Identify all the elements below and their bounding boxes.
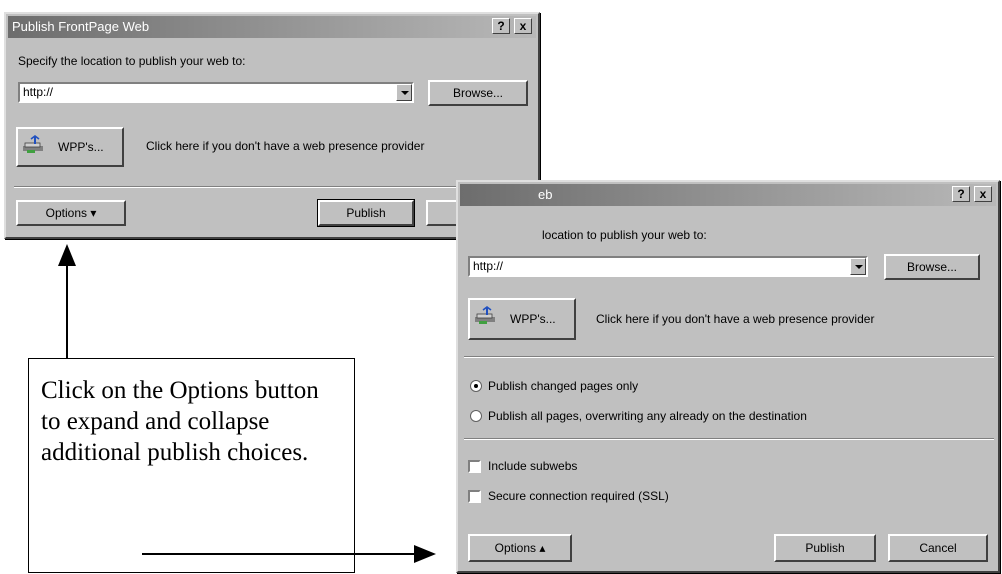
radio-all-label: Publish all pages, overwriting any alrea…: [488, 409, 807, 423]
instruction-callout: Click on the Options button to expand an…: [28, 358, 355, 573]
wpp-label: WPP's...: [510, 312, 556, 326]
wpp-button[interactable]: WPP's...: [468, 298, 576, 340]
browse-button[interactable]: Browse...: [428, 80, 528, 106]
dropdown-arrow-icon[interactable]: [850, 258, 866, 275]
wpp-icon: [475, 306, 495, 324]
publish-button[interactable]: Publish: [317, 199, 415, 227]
dropdown-arrow-icon[interactable]: [396, 84, 412, 101]
checkbox-ssl[interactable]: [468, 490, 481, 503]
up-arrow: [58, 244, 76, 364]
right-arrow: [142, 545, 436, 563]
divider: [464, 356, 994, 358]
options-button[interactable]: Options ▾: [16, 200, 126, 226]
location-input[interactable]: http://: [468, 256, 868, 277]
radio-all-pages[interactable]: [470, 410, 482, 422]
cancel-button[interactable]: Cancel: [888, 534, 988, 562]
wpp-hint: Click here if you don't have a web prese…: [146, 139, 425, 153]
location-value: http://: [473, 259, 504, 273]
location-label: Specify the location to publish your web…: [18, 54, 246, 68]
close-button[interactable]: x: [974, 186, 992, 202]
divider: [464, 438, 994, 440]
browse-button[interactable]: Browse...: [884, 254, 980, 280]
help-button[interactable]: ?: [492, 18, 510, 34]
wpp-hint: Click here if you don't have a web prese…: [596, 312, 875, 326]
dialog-title: eb: [460, 184, 996, 206]
instruction-text: Click on the Options button to expand an…: [41, 377, 319, 466]
wpp-label: WPP's...: [58, 140, 104, 154]
checkbox-subwebs-label: Include subwebs: [488, 459, 578, 473]
divider: [14, 186, 526, 188]
checkbox-ssl-label: Secure connection required (SSL): [488, 489, 669, 503]
help-button[interactable]: ?: [952, 186, 970, 202]
publish-button[interactable]: Publish: [774, 534, 876, 562]
location-label: location to publish your web to:: [542, 228, 707, 242]
publish-dialog-expanded: eb ? x location to publish your web to: …: [456, 180, 1000, 573]
wpp-icon: [23, 135, 43, 153]
options-button[interactable]: Options ▴: [468, 534, 572, 562]
checkbox-subwebs[interactable]: [468, 460, 481, 473]
close-button[interactable]: x: [514, 18, 532, 34]
radio-changed-label: Publish changed pages only: [488, 379, 639, 393]
radio-changed-pages[interactable]: [470, 380, 482, 392]
wpp-button[interactable]: WPP's...: [16, 127, 124, 167]
dialog-title: Publish FrontPage Web: [8, 16, 536, 38]
location-value: http://: [23, 85, 54, 99]
location-input[interactable]: http://: [18, 82, 414, 103]
